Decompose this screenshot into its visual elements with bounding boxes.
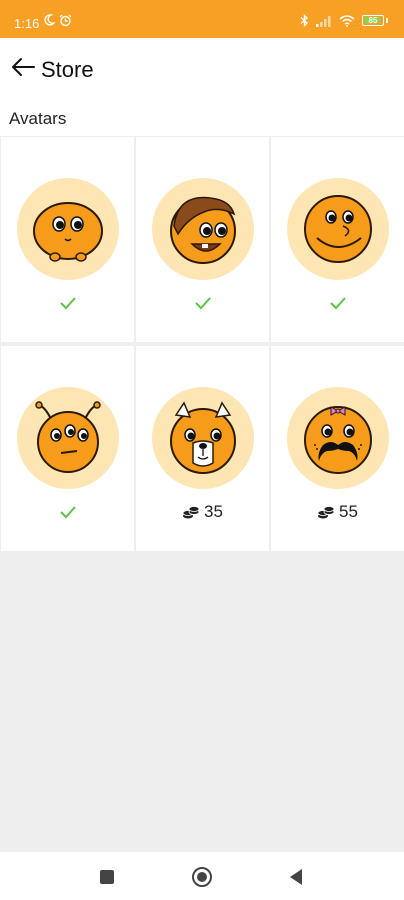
page-title: Store (41, 57, 94, 82)
status-bar: 1:16 85 (0, 0, 404, 38)
status-time: 1:16 (14, 16, 40, 31)
coins-icon (182, 506, 200, 519)
back-triangle-icon[interactable] (288, 868, 304, 886)
check-icon (59, 506, 76, 519)
moon-icon (44, 14, 55, 26)
app-bar: Store (0, 38, 404, 100)
mustache-avatar-icon (304, 406, 372, 474)
avatar-card[interactable] (1, 137, 134, 342)
recents-square-icon[interactable] (99, 869, 115, 885)
section-header: Avatars (0, 100, 404, 136)
alarm-icon (59, 14, 72, 27)
check-icon (194, 297, 211, 310)
check-icon (59, 297, 76, 310)
avatar-card[interactable] (136, 137, 269, 342)
orange-blob-avatar-icon (33, 202, 103, 262)
battery-icon: 85 (362, 15, 384, 26)
avatar-price: 35 (204, 502, 223, 521)
avatar-card[interactable] (1, 346, 134, 551)
home-circle-icon[interactable] (191, 866, 213, 888)
avatar-card[interactable]: 35 (136, 346, 269, 551)
smiling-avatar-icon (304, 195, 372, 263)
coins-icon (317, 506, 335, 519)
check-icon (329, 297, 346, 310)
brown-hair-avatar-icon (170, 196, 236, 264)
signal-icon (316, 15, 331, 27)
avatar-card[interactable]: 55 (271, 346, 404, 551)
section-label: Avatars (9, 109, 67, 128)
bluetooth-icon (300, 14, 308, 27)
battery-level: 85 (368, 16, 378, 25)
bear-avatar-icon (170, 401, 236, 474)
avatar-card[interactable] (271, 137, 404, 342)
alien-avatar-icon (35, 401, 101, 473)
system-nav-bar (0, 852, 404, 900)
wifi-icon (339, 14, 355, 27)
avatar-price: 55 (339, 502, 358, 521)
back-arrow-icon[interactable] (10, 56, 36, 78)
